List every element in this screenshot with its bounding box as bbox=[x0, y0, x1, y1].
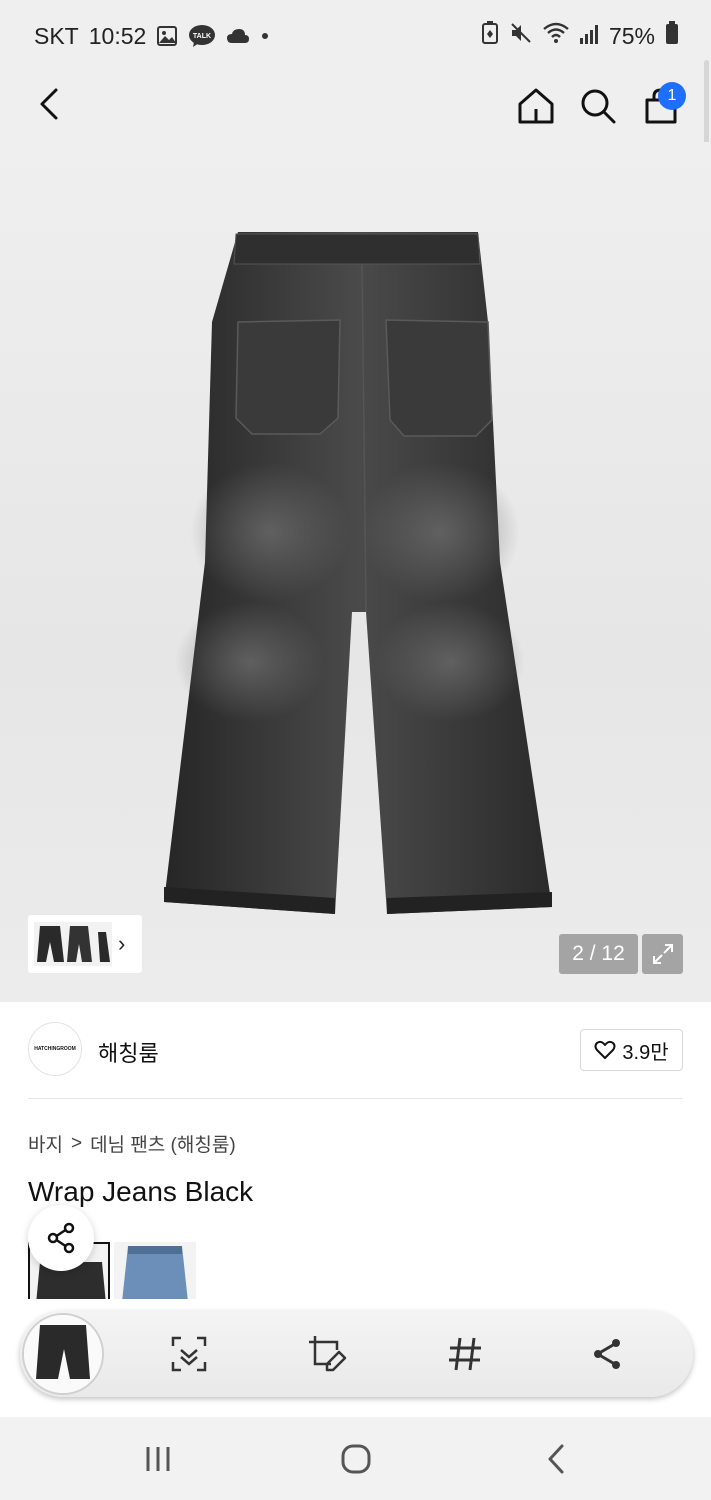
carrier-label: SKT bbox=[34, 22, 79, 49]
product-title: Wrap Jeans Black bbox=[28, 1176, 254, 1207]
kakaotalk-icon: TALK bbox=[188, 24, 216, 48]
thumbnail-strip[interactable]: › bbox=[28, 915, 142, 973]
mute-icon bbox=[509, 21, 533, 51]
system-navigation-bar bbox=[0, 1417, 711, 1500]
back-nav-button[interactable] bbox=[526, 1437, 586, 1481]
floating-share-button[interactable] bbox=[28, 1205, 94, 1271]
scan-text-icon bbox=[171, 1336, 207, 1372]
edit-capture-icon bbox=[309, 1336, 347, 1372]
hashtag-icon bbox=[449, 1337, 481, 1371]
expand-icon bbox=[652, 944, 673, 964]
back-nav-icon bbox=[548, 1444, 564, 1474]
battery-percent: 75% bbox=[608, 22, 655, 49]
product-image-gallery[interactable]: › 2 / 12 bbox=[0, 142, 711, 1002]
heart-icon bbox=[594, 1040, 616, 1059]
home-icon bbox=[518, 88, 554, 124]
cloud-icon bbox=[226, 27, 250, 45]
capture-share-button[interactable] bbox=[584, 1331, 630, 1377]
breadcrumb-separator: > bbox=[70, 1132, 83, 1154]
like-button[interactable]: 3.9만 bbox=[580, 1029, 683, 1071]
brand-row[interactable]: HATCHINGROOM 해칭룸 3.9만 bbox=[28, 1022, 683, 1078]
status-bar: SKT 10:52 TALK 75% bbox=[0, 0, 711, 70]
breadcrumb-category[interactable]: 바지 bbox=[28, 1130, 63, 1157]
back-button[interactable] bbox=[24, 78, 76, 130]
home-nav-button[interactable] bbox=[326, 1437, 386, 1481]
breadcrumb: 바지 > 데님 팬츠 (해칭룸) bbox=[28, 1130, 236, 1157]
clock: 10:52 bbox=[88, 22, 147, 49]
breadcrumb-subcategory[interactable]: 데님 팬츠 (해칭룸) bbox=[90, 1130, 236, 1157]
hashtag-button[interactable] bbox=[442, 1331, 488, 1377]
thumbnail-chevron-icon: › bbox=[118, 931, 126, 956]
gallery-icon bbox=[156, 25, 178, 47]
search-button[interactable] bbox=[572, 78, 624, 134]
home-circle-icon bbox=[341, 1444, 371, 1474]
divider bbox=[28, 1098, 683, 1099]
svg-text:TALK: TALK bbox=[193, 33, 211, 40]
home-button[interactable] bbox=[510, 78, 562, 134]
search-icon bbox=[581, 89, 616, 124]
capture-toolbar bbox=[20, 1311, 693, 1397]
cart-button[interactable]: 1 bbox=[634, 78, 688, 134]
share-icon bbox=[47, 1222, 75, 1254]
cart-count-badge: 1 bbox=[658, 82, 686, 110]
battery-icon bbox=[665, 21, 679, 51]
share-icon bbox=[594, 1339, 620, 1369]
like-count: 3.9만 bbox=[622, 1041, 669, 1064]
wifi-icon bbox=[543, 22, 569, 50]
product-image bbox=[164, 232, 552, 914]
recent-apps-icon bbox=[146, 1447, 170, 1471]
scan-text-button[interactable] bbox=[166, 1331, 212, 1377]
thumbnail-image bbox=[34, 922, 112, 966]
dot-icon bbox=[260, 31, 270, 41]
brand-name[interactable]: 해칭룸 bbox=[98, 1036, 159, 1068]
app-header: 1 bbox=[0, 70, 711, 142]
color-option-blue[interactable] bbox=[114, 1242, 196, 1302]
battery-saver-icon bbox=[481, 21, 499, 51]
expand-button[interactable] bbox=[642, 934, 683, 974]
image-counter: 2 / 12 bbox=[559, 934, 638, 974]
recent-apps-button[interactable] bbox=[128, 1437, 188, 1481]
back-icon bbox=[40, 88, 58, 120]
edit-capture-button[interactable] bbox=[304, 1331, 350, 1377]
signal-icon bbox=[579, 23, 599, 50]
capture-preview-thumbnail[interactable] bbox=[22, 1313, 104, 1395]
brand-logo[interactable]: HATCHINGROOM bbox=[28, 1022, 82, 1076]
